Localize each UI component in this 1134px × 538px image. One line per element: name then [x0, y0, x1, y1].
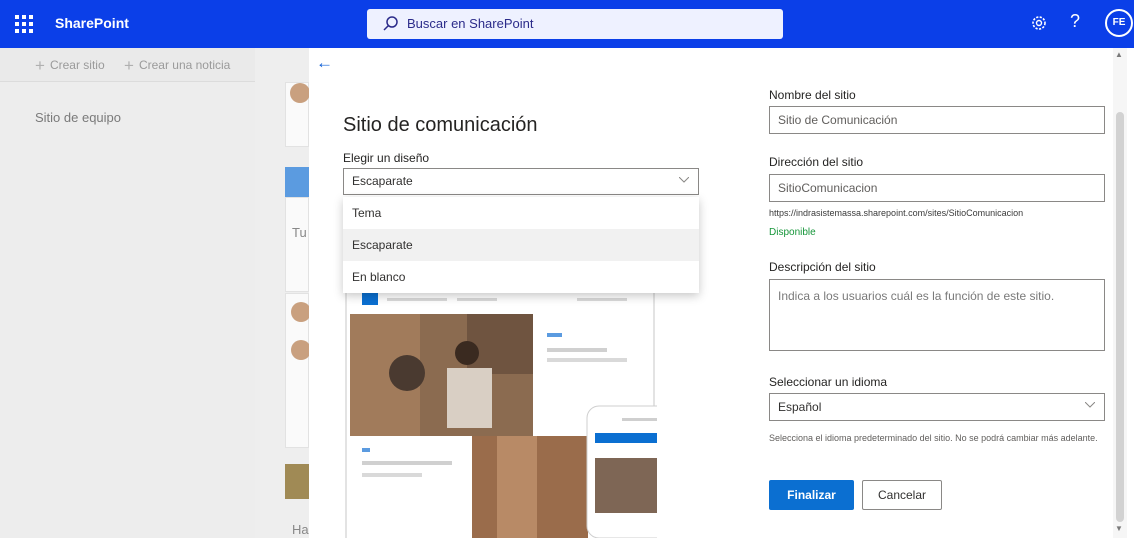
chevron-down-icon — [679, 177, 689, 183]
back-arrow-icon[interactable]: ← — [316, 53, 333, 73]
create-news-button[interactable]: + Crear una noticia — [124, 56, 230, 76]
help-icon[interactable]: ? — [1070, 11, 1080, 32]
design-option-en-blanco[interactable]: En blanco — [343, 261, 699, 293]
search-box[interactable]: Buscar en SharePoint — [367, 9, 783, 39]
app-name[interactable]: SharePoint — [55, 15, 129, 31]
background-tile — [285, 464, 309, 499]
plus-icon: + — [124, 56, 134, 75]
site-name-field[interactable]: Sitio de Comunicación — [769, 106, 1105, 134]
description-field[interactable]: Indica a los usuarios cuál es la función… — [769, 279, 1105, 351]
cancel-button[interactable]: Cancelar — [862, 480, 942, 510]
language-dropdown[interactable]: Español — [769, 393, 1105, 421]
template-preview — [345, 293, 696, 538]
design-option-escaparate[interactable]: Escaparate — [343, 229, 699, 261]
suite-bar: SharePoint Buscar en SharePoint ? FE — [0, 0, 1134, 48]
scrollbar[interactable]: ▲ ▼ — [1113, 48, 1127, 538]
person-thumbnail — [291, 340, 311, 360]
design-option-tema[interactable]: Tema — [343, 197, 699, 229]
template-preview-image — [350, 293, 696, 538]
left-pane — [0, 82, 255, 538]
language-help-text: Selecciona el idioma predeterminado del … — [769, 433, 1098, 443]
design-dropdown[interactable]: Escaparate — [343, 168, 699, 195]
background-card — [285, 197, 309, 292]
app-launcher-icon[interactable] — [12, 12, 36, 36]
site-name-label: Nombre del sitio — [769, 88, 856, 102]
create-site-button[interactable]: + Crear sitio — [35, 56, 105, 76]
site-address-label: Dirección del sitio — [769, 155, 864, 169]
search-placeholder: Buscar en SharePoint — [407, 16, 534, 31]
background-text: Ha — [292, 522, 309, 537]
person-thumbnail — [290, 83, 310, 103]
background-text: Tu — [292, 225, 307, 240]
design-label: Elegir un diseño — [343, 151, 430, 165]
scroll-up-icon[interactable]: ▲ — [1115, 50, 1123, 59]
language-selected: Español — [778, 400, 822, 414]
command-bar: + Crear sitio + Crear una noticia — [0, 48, 255, 82]
background-tile — [285, 167, 309, 197]
language-label: Seleccionar un idioma — [769, 375, 888, 389]
description-label: Descripción del sitio — [769, 260, 876, 274]
design-options-menu: Tema Escaparate En blanco — [343, 197, 699, 293]
design-selected: Escaparate — [352, 174, 413, 188]
person-thumbnail — [291, 302, 311, 322]
search-icon — [383, 16, 398, 31]
scrollbar-thumb[interactable] — [1116, 112, 1124, 522]
plus-icon: + — [35, 56, 45, 75]
gear-icon[interactable] — [1029, 13, 1049, 33]
site-address-field[interactable]: SitioComunicacion — [769, 174, 1105, 202]
scroll-down-icon[interactable]: ▼ — [1115, 524, 1123, 533]
chevron-down-icon — [1085, 402, 1095, 408]
panel-title: Sitio de comunicación — [343, 114, 538, 136]
site-url: https://indrasistemassa.sharepoint.com/s… — [769, 208, 1024, 218]
finish-button[interactable]: Finalizar — [769, 480, 854, 510]
team-site-link[interactable]: Sitio de equipo — [35, 110, 121, 125]
availability-status: Disponible — [769, 227, 816, 238]
avatar[interactable]: FE — [1105, 9, 1133, 37]
